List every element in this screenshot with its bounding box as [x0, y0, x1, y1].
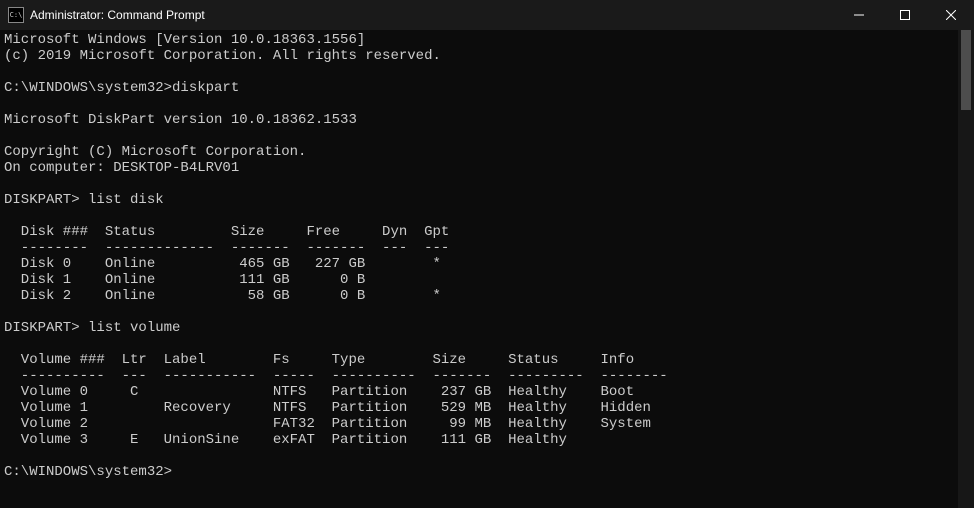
- terminal-line: On computer: DESKTOP-B4LRV01: [4, 160, 954, 176]
- terminal-line: Disk 2 Online 58 GB 0 B *: [4, 288, 954, 304]
- close-button[interactable]: [928, 0, 974, 30]
- terminal-line: [4, 336, 954, 352]
- maximize-button[interactable]: [882, 0, 928, 30]
- terminal-line: Microsoft Windows [Version 10.0.18363.15…: [4, 32, 954, 48]
- terminal-line: Disk ### Status Size Free Dyn Gpt: [4, 224, 954, 240]
- terminal-line: DISKPART> list volume: [4, 320, 954, 336]
- minimize-button[interactable]: [836, 0, 882, 30]
- terminal-line: Volume 2 FAT32 Partition 99 MB Healthy S…: [4, 416, 954, 432]
- terminal-line: Copyright (C) Microsoft Corporation.: [4, 144, 954, 160]
- terminal-line: C:\WINDOWS\system32>diskpart: [4, 80, 954, 96]
- terminal-line: [4, 128, 954, 144]
- minimize-icon: [854, 10, 864, 20]
- terminal-line: [4, 448, 954, 464]
- terminal-line: Volume 0 C NTFS Partition 237 GB Healthy…: [4, 384, 954, 400]
- terminal-line: Disk 1 Online 111 GB 0 B: [4, 272, 954, 288]
- window-title: Administrator: Command Prompt: [30, 8, 836, 22]
- terminal-line: DISKPART> list disk: [4, 192, 954, 208]
- terminal-line: Disk 0 Online 465 GB 227 GB *: [4, 256, 954, 272]
- terminal-content: Microsoft Windows [Version 10.0.18363.15…: [0, 30, 974, 508]
- cmd-icon: C:\: [8, 7, 24, 23]
- window-titlebar: C:\ Administrator: Command Prompt: [0, 0, 974, 30]
- vertical-scrollbar[interactable]: [958, 30, 974, 508]
- terminal-body[interactable]: Microsoft Windows [Version 10.0.18363.15…: [0, 30, 958, 508]
- close-icon: [946, 10, 956, 20]
- terminal-line: [4, 176, 954, 192]
- terminal-line: Volume ### Ltr Label Fs Type Size Status…: [4, 352, 954, 368]
- terminal-line: [4, 96, 954, 112]
- scrollbar-thumb[interactable]: [961, 30, 971, 110]
- terminal-line: -------- ------------- ------- ------- -…: [4, 240, 954, 256]
- terminal-line: [4, 64, 954, 80]
- terminal-line: [4, 304, 954, 320]
- window-controls: [836, 0, 974, 30]
- terminal-line: Microsoft DiskPart version 10.0.18362.15…: [4, 112, 954, 128]
- terminal-line: Volume 3 E UnionSine exFAT Partition 111…: [4, 432, 954, 448]
- terminal-line: [4, 208, 954, 224]
- maximize-icon: [900, 10, 910, 20]
- terminal-line: Volume 1 Recovery NTFS Partition 529 MB …: [4, 400, 954, 416]
- terminal-line: (c) 2019 Microsoft Corporation. All righ…: [4, 48, 954, 64]
- terminal-line: ---------- --- ----------- ----- -------…: [4, 368, 954, 384]
- terminal-line: C:\WINDOWS\system32>: [4, 464, 954, 480]
